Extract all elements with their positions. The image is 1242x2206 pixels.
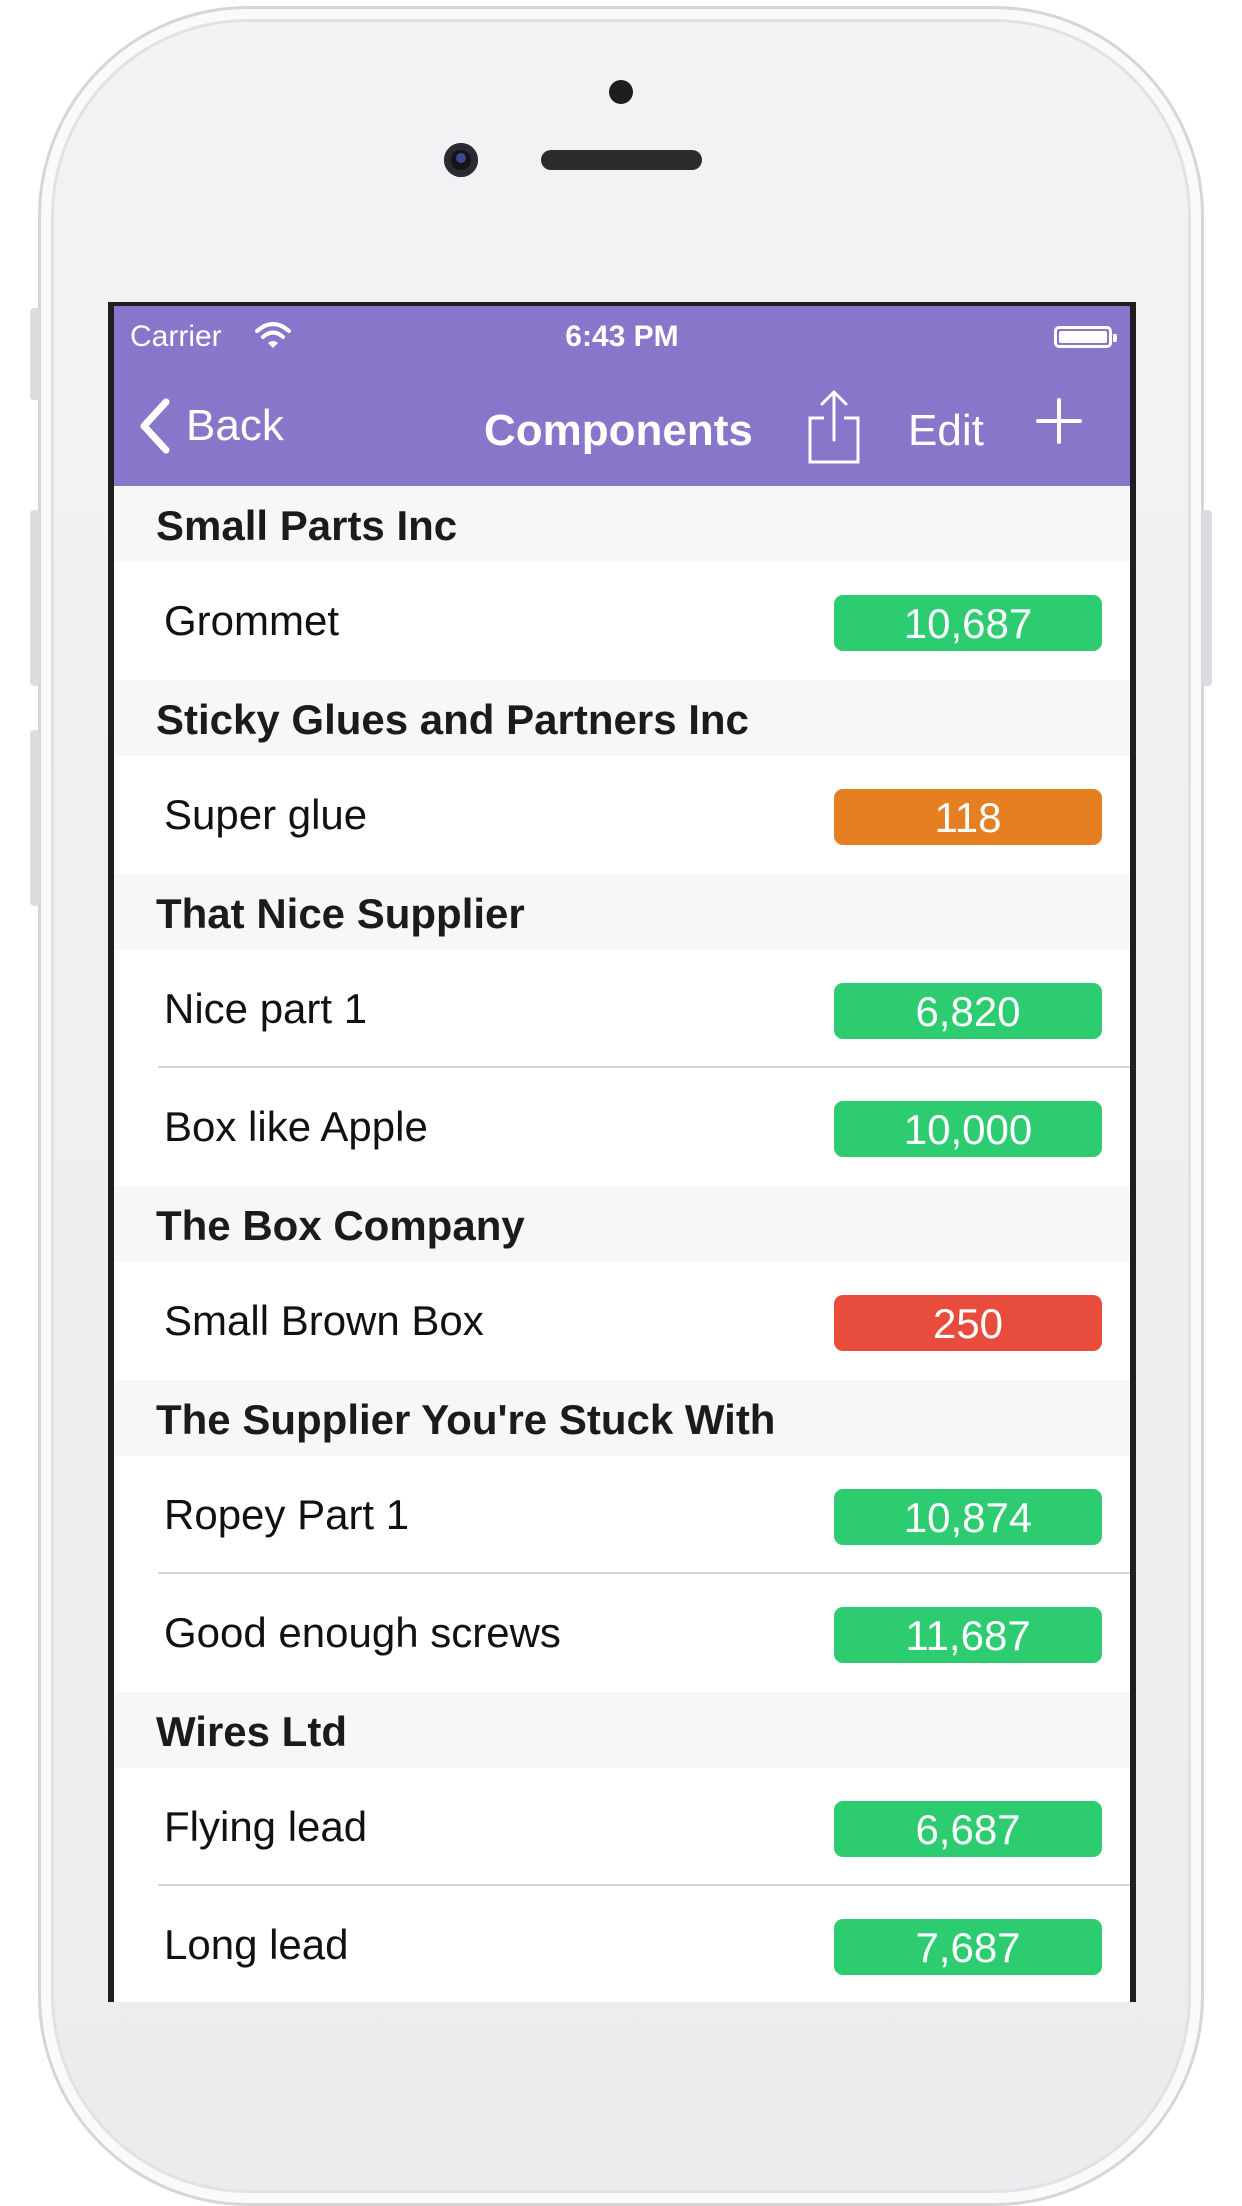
component-row[interactable]: Nice part 1 6,820 <box>114 950 1130 1068</box>
component-row[interactable]: Flying lead 6,687 <box>114 1768 1130 1886</box>
back-button[interactable]: Back <box>136 396 284 456</box>
component-name: Box like Apple <box>164 1103 428 1150</box>
component-name: Flying lead <box>164 1803 368 1850</box>
section-header: Sticky Glues and Partners Inc <box>114 680 1130 756</box>
component-name: Ropey Part 1 <box>164 1491 410 1538</box>
section-header: The Supplier You're Stuck With <box>114 1380 1130 1456</box>
component-name: Small Brown Box <box>164 1297 484 1344</box>
components-list: Small Parts Inc Grommet 10,687 Sticky Glues… <box>114 486 1130 2002</box>
status-bar: Carrier 6:43 PM <box>114 306 1130 368</box>
stock-badge: 10,687 <box>834 595 1102 651</box>
component-name: Long lead <box>164 1921 349 1968</box>
component-row[interactable]: Super glue 118 <box>114 756 1130 874</box>
status-time: 6:43 PM <box>565 320 679 353</box>
component-name: Super glue <box>164 791 368 838</box>
section-header: That Nice Supplier <box>114 874 1130 950</box>
component-name: Good enough screws <box>164 1609 561 1656</box>
volume-down-button <box>30 730 40 906</box>
earpiece-speaker <box>541 150 702 170</box>
navigation-bar: Carrier 6:43 PM Back Components Edit <box>114 306 1130 486</box>
page-title: Components <box>484 406 753 455</box>
stock-badge: 10,000 <box>834 1101 1102 1157</box>
stock-badge: 250 <box>834 1295 1102 1351</box>
section-header: Wires Ltd <box>114 1692 1130 1768</box>
share-icon[interactable] <box>806 388 862 466</box>
stock-badge: 7,687 <box>834 1919 1102 1975</box>
app-screen: Carrier 6:43 PM Back Components Edit Sma… <box>114 306 1130 2002</box>
power-button <box>1202 510 1212 686</box>
component-name: Nice part 1 <box>164 985 368 1032</box>
proximity-sensor <box>609 80 633 104</box>
stock-badge: 10,874 <box>834 1489 1102 1545</box>
component-row[interactable]: Small Brown Box 250 <box>114 1262 1130 1380</box>
component-row[interactable]: Ropey Part 1 10,874 <box>114 1456 1130 1574</box>
battery-icon <box>1054 326 1117 348</box>
section-header: Small Parts Inc <box>114 486 1130 562</box>
component-row[interactable]: Good enough screws 11,687 <box>114 1574 1130 1692</box>
stock-badge: 6,820 <box>834 983 1102 1039</box>
nav-bar: Back Components Edit <box>114 368 1130 486</box>
component-row[interactable]: Box like Apple 10,000 <box>114 1068 1130 1186</box>
mute-switch <box>30 308 40 400</box>
chevron-left-icon <box>140 398 170 454</box>
stock-badge: 118 <box>834 789 1102 845</box>
stock-badge: 6,687 <box>834 1801 1102 1857</box>
section-header: The Box Company <box>114 1186 1130 1262</box>
add-icon[interactable] <box>1034 396 1084 446</box>
volume-up-button <box>30 510 40 686</box>
back-label: Back <box>186 401 284 450</box>
component-row[interactable]: Grommet 10,687 <box>114 562 1130 680</box>
stock-badge: 11,687 <box>834 1607 1102 1663</box>
phone-screen: Carrier 6:43 PM Back Components Edit Sma… <box>108 302 1136 2002</box>
front-camera <box>444 143 478 177</box>
component-row[interactable]: Long lead 7,687 <box>114 1886 1130 2002</box>
edit-button[interactable]: Edit <box>908 406 984 456</box>
component-name: Grommet <box>164 597 340 644</box>
